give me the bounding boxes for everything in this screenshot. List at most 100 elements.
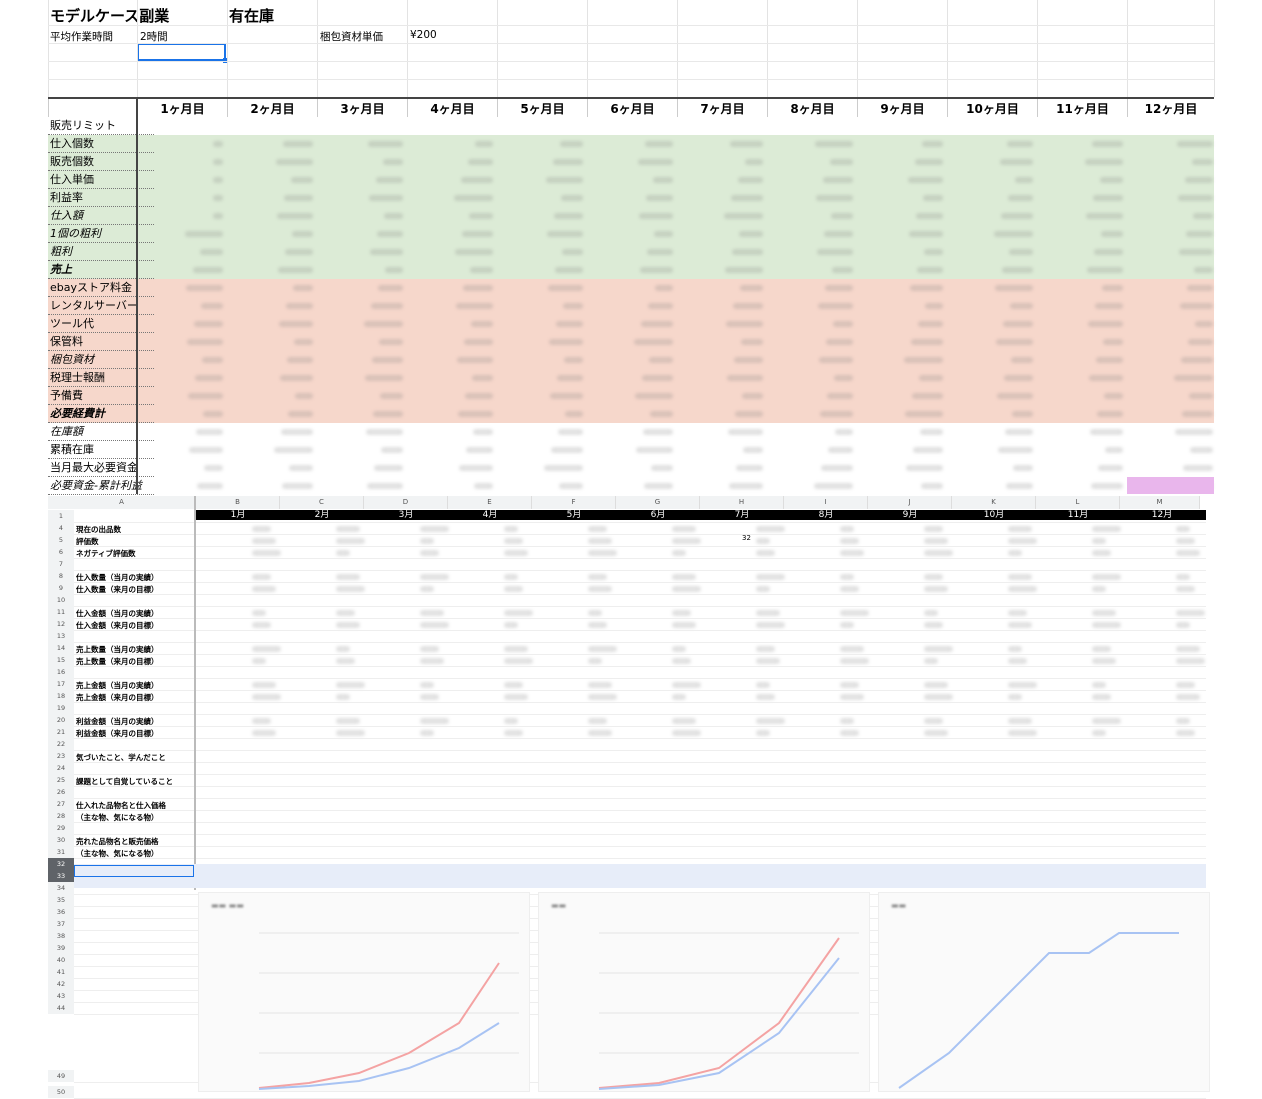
- blurred-cell-value[interactable]: [1092, 682, 1106, 688]
- blurred-cell-value[interactable]: [728, 429, 763, 435]
- row-number[interactable]: 24: [48, 762, 74, 774]
- blurred-cell-value[interactable]: [203, 411, 223, 417]
- blurred-cell-value[interactable]: [911, 339, 943, 345]
- blurred-cell-value[interactable]: [504, 682, 523, 688]
- blurred-cell-value[interactable]: [475, 141, 493, 147]
- blurred-cell-value[interactable]: [819, 357, 853, 363]
- blurred-cell-value[interactable]: [553, 159, 583, 165]
- blurred-cell-value[interactable]: [756, 682, 770, 688]
- blurred-cell-value[interactable]: [286, 303, 313, 309]
- blurred-cell-value[interactable]: [672, 538, 701, 544]
- column-header-f[interactable]: F: [532, 496, 616, 509]
- blurred-cell-value[interactable]: [504, 658, 533, 664]
- blurred-cell-value[interactable]: [828, 447, 853, 453]
- blurred-cell-value[interactable]: [730, 141, 763, 147]
- blurred-cell-value[interactable]: [840, 730, 859, 736]
- blurred-cell-value[interactable]: [738, 177, 763, 183]
- blurred-cell-value[interactable]: [924, 574, 943, 580]
- blurred-cell-value[interactable]: [1176, 646, 1200, 652]
- blurred-cell-value[interactable]: [377, 231, 403, 237]
- blurred-cell-value[interactable]: [252, 646, 281, 652]
- blurred-cell-value[interactable]: [655, 285, 673, 291]
- row-number[interactable]: 49: [48, 1070, 74, 1082]
- blurred-cell-value[interactable]: [924, 658, 938, 664]
- blurred-cell-value[interactable]: [1100, 177, 1123, 183]
- blurred-cell-value[interactable]: [470, 267, 493, 273]
- blurred-cell-value[interactable]: [1008, 730, 1037, 736]
- blurred-cell-value[interactable]: [565, 411, 583, 417]
- row-number[interactable]: 37: [48, 918, 74, 930]
- column-header-c[interactable]: C: [280, 496, 364, 509]
- row-number[interactable]: 20: [48, 714, 74, 726]
- blurred-cell-value[interactable]: [634, 339, 673, 345]
- row-number[interactable]: 7: [48, 558, 74, 570]
- blurred-cell-value[interactable]: [651, 465, 673, 471]
- blurred-cell-value[interactable]: [1104, 393, 1123, 399]
- blurred-cell-value[interactable]: [252, 622, 271, 628]
- blurred-cell-value[interactable]: [740, 285, 763, 291]
- blurred-cell-value[interactable]: [906, 465, 943, 471]
- blurred-cell-value[interactable]: [252, 574, 271, 580]
- blurred-cell-value[interactable]: [745, 159, 763, 165]
- blurred-cell-value[interactable]: [840, 646, 864, 652]
- blurred-cell-value[interactable]: [420, 658, 444, 664]
- blurred-cell-value[interactable]: [1008, 574, 1032, 580]
- blurred-cell-value[interactable]: [252, 694, 281, 700]
- row-number[interactable]: 42: [48, 978, 74, 990]
- blurred-cell-value[interactable]: [1176, 730, 1195, 736]
- blurred-cell-value[interactable]: [558, 429, 583, 435]
- blurred-cell-value[interactable]: [336, 718, 360, 724]
- blurred-cell-value[interactable]: [672, 646, 686, 652]
- blurred-cell-value[interactable]: [641, 321, 673, 327]
- blurred-cell-value[interactable]: [197, 483, 223, 489]
- blurred-cell-value[interactable]: [919, 375, 943, 381]
- blurred-cell-value[interactable]: [735, 411, 763, 417]
- blurred-cell-value[interactable]: [924, 730, 948, 736]
- row-label[interactable]: 予備費: [48, 387, 154, 405]
- blurred-cell-value[interactable]: [252, 658, 266, 664]
- row-number[interactable]: 50: [48, 1086, 74, 1098]
- blurred-cell-value[interactable]: [638, 159, 673, 165]
- blurred-cell-value[interactable]: [461, 177, 493, 183]
- blurred-cell-value[interactable]: [835, 429, 853, 435]
- month-header-8[interactable]: 8ヶ月目: [767, 99, 857, 119]
- blurred-cell-value[interactable]: [252, 526, 271, 532]
- blurred-cell-value[interactable]: [1011, 357, 1033, 363]
- blurred-cell-value[interactable]: [826, 339, 853, 345]
- work-time-value[interactable]: 2時間: [140, 29, 168, 44]
- blurred-cell-value[interactable]: [336, 694, 350, 700]
- blurred-cell-value[interactable]: [1177, 141, 1213, 147]
- blurred-cell-value[interactable]: [924, 718, 943, 724]
- blurred-cell-value[interactable]: [364, 321, 403, 327]
- blurred-cell-value[interactable]: [824, 231, 853, 237]
- blurred-cell-value[interactable]: [821, 465, 853, 471]
- blurred-cell-value[interactable]: [471, 321, 493, 327]
- blurred-cell-value[interactable]: [366, 429, 403, 435]
- blurred-cell-value[interactable]: [213, 213, 223, 219]
- blurred-cell-value[interactable]: [1096, 357, 1123, 363]
- blurred-cell-value[interactable]: [910, 285, 943, 291]
- month-header-6[interactable]: 6ヶ月目: [587, 99, 677, 119]
- month-header-4[interactable]: 4ヶ月目: [407, 99, 497, 119]
- blurred-cell-value[interactable]: [1008, 694, 1022, 700]
- blurred-cell-value[interactable]: [672, 574, 696, 580]
- blurred-cell-value[interactable]: [1102, 285, 1123, 291]
- blurred-cell-value[interactable]: [456, 303, 493, 309]
- row-number[interactable]: 15: [48, 654, 74, 666]
- blurred-cell-value[interactable]: [1101, 231, 1123, 237]
- blurred-cell-value[interactable]: [834, 375, 853, 381]
- blurred-cell-value[interactable]: [917, 267, 943, 273]
- blurred-cell-value[interactable]: [1186, 231, 1213, 237]
- blurred-cell-value[interactable]: [672, 682, 701, 688]
- blurred-cell-value[interactable]: [916, 213, 943, 219]
- blurred-cell-value[interactable]: [379, 339, 403, 345]
- blurred-cell-value[interactable]: [1185, 177, 1213, 183]
- blurred-cell-value[interactable]: [672, 610, 691, 616]
- blurred-cell-value[interactable]: [924, 694, 953, 700]
- row-number[interactable]: 33: [48, 870, 74, 882]
- row-number[interactable]: 36: [48, 906, 74, 918]
- blurred-cell-value[interactable]: [639, 213, 673, 219]
- blurred-cell-value[interactable]: [1092, 538, 1106, 544]
- blurred-cell-value[interactable]: [1008, 526, 1032, 532]
- blurred-cell-value[interactable]: [588, 574, 607, 580]
